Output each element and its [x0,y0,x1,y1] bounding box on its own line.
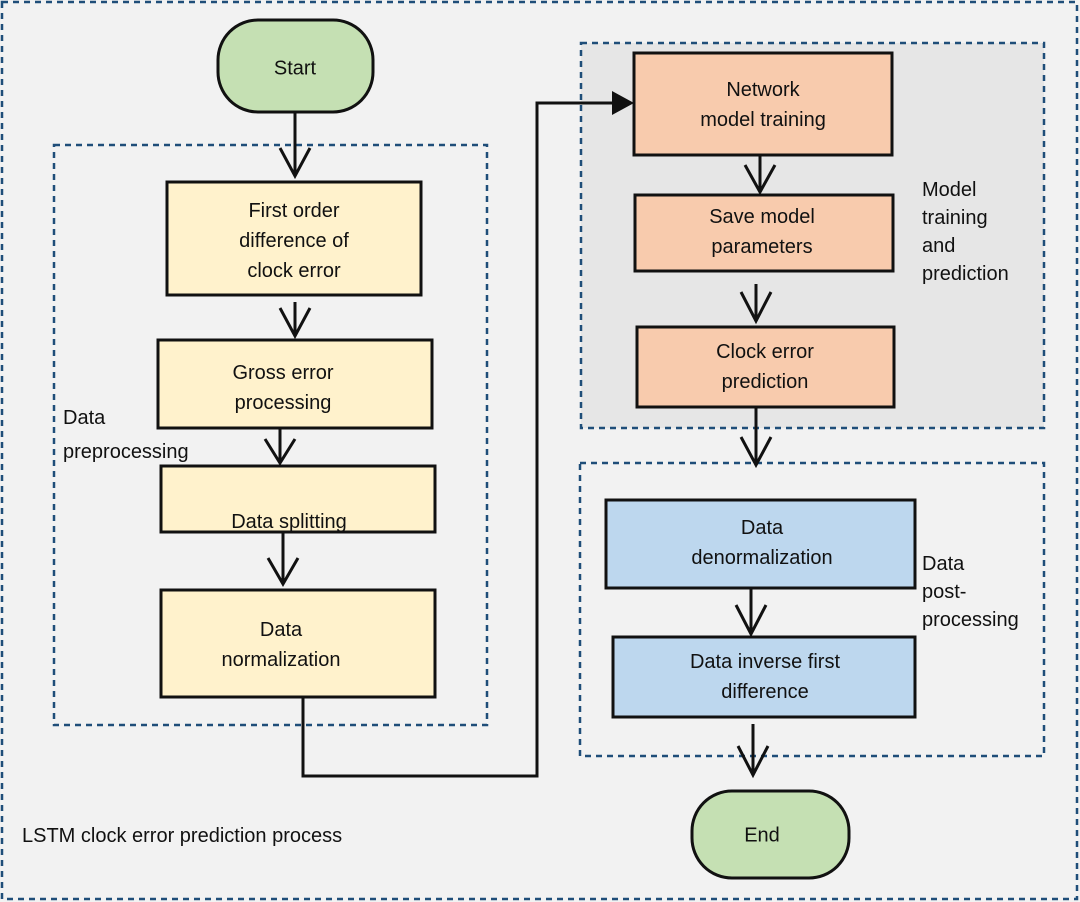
start-label: Start [274,57,317,79]
group-label-line: processing [922,609,1019,631]
group-label-line: Data [922,553,965,575]
step-text-line: difference of [239,230,349,252]
step-text-line: processing [235,392,332,414]
step-data-splitting-label: Data splitting [231,511,347,533]
group-label-line: Model [922,179,976,201]
step-text-line: Data [741,517,784,539]
start-terminal: Start [216,18,375,114]
step-clock-error-prediction: Clock error prediction [635,325,896,409]
step-gross-error-processing: Gross error processing [156,338,434,430]
group-label-line: and [922,235,955,257]
step-save-model-parameters: Save model parameters [633,193,895,273]
arrow-gross-error-to-splitting [263,428,297,466]
step-text-line: clock error [247,260,341,282]
step-data-denormalization: Data denormalization [604,498,917,590]
step-text-line: denormalization [691,547,832,569]
step-text-line: Gross error [232,362,333,384]
step-text-line: Save model [709,206,815,228]
step-data-inverse-first-difference: Data inverse first difference [611,635,917,719]
step-text-line: Network [726,79,800,101]
arrow-denormalization-to-inverse-diff [734,588,768,638]
diagram-title: LSTM clock error prediction process [22,825,342,847]
step-first-order-difference-label: First order difference of clock error [239,200,349,282]
group-label-line: post- [922,581,966,603]
flowchart: Start First order difference of clock erro… [0,0,1079,901]
group-label-line: training [922,207,988,229]
step-text-line: parameters [711,236,812,258]
step-text-line: First order [248,200,339,222]
group-label-line: Data [63,407,106,429]
end-terminal: End [690,789,851,880]
arrow-start-to-first-diff [278,112,312,180]
step-text-line: difference [721,681,808,703]
step-text-line: Clock error [716,341,814,363]
group-label-line: preprocessing [63,441,189,463]
step-data-normalization: Data normalization [159,588,437,699]
group-label-postprocessing: Data post-processing [922,553,1019,631]
group-label-line: prediction [922,263,1009,285]
arrow-inverse-diff-to-end [736,724,770,779]
step-data-splitting: Data splitting [159,464,437,534]
step-text-line: model training [700,109,826,131]
end-label: End [744,824,780,846]
step-network-model-training: Network model training [632,51,894,157]
step-first-order-difference: First order difference of clock error [165,180,423,297]
step-text-line: prediction [722,371,809,393]
step-text-line: Data inverse first [690,651,840,673]
step-text-line: normalization [222,649,341,671]
step-text-line: Data splitting [231,511,347,533]
step-text-line: Data [260,619,303,641]
arrow-splitting-to-normalization [266,532,300,588]
arrow-first-diff-to-gross-error [278,302,312,340]
